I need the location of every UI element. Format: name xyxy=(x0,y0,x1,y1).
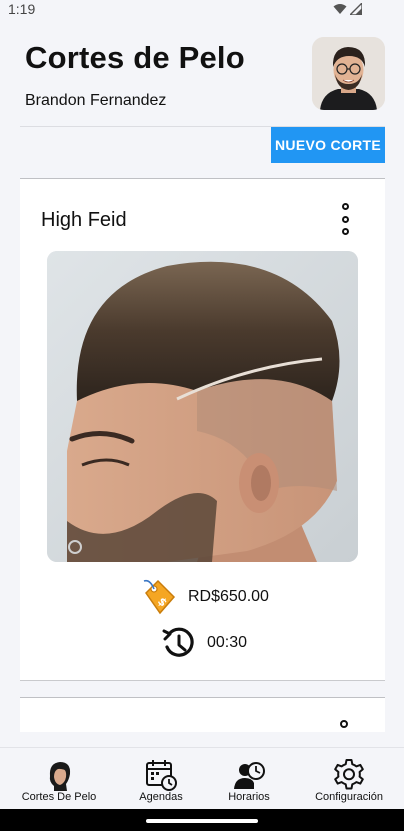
wifi-icon xyxy=(333,4,347,14)
card-duration: 00:30 xyxy=(207,634,248,651)
nav-label: Configuración xyxy=(315,791,383,803)
status-icons xyxy=(333,3,362,15)
nav-label: Horarios xyxy=(228,791,270,803)
status-bar: 1:19 xyxy=(0,0,404,20)
status-time: 1:19 xyxy=(8,1,36,17)
nav-item-agendas[interactable]: Agendas xyxy=(121,748,201,810)
price-row: $ RD$650.00 xyxy=(140,577,269,617)
bottom-navigation: Cortes De Pelo Agendas Horarios Configur… xyxy=(0,747,404,809)
gear-icon xyxy=(334,759,364,790)
home-indicator[interactable] xyxy=(146,819,258,823)
new-cut-button[interactable]: NUEVO CORTE xyxy=(271,127,385,163)
calendar-clock-icon xyxy=(146,760,177,791)
haircut-card[interactable] xyxy=(20,698,385,732)
nav-item-cortes[interactable]: Cortes De Pelo xyxy=(10,748,108,810)
more-options-icon[interactable] xyxy=(340,720,348,728)
nav-item-configuracion[interactable]: Configuración xyxy=(304,748,394,810)
nav-item-horarios[interactable]: Horarios xyxy=(211,748,287,810)
cell-signal-icon xyxy=(350,3,362,15)
duration-row: 00:30 xyxy=(161,625,247,661)
avatar[interactable] xyxy=(312,37,385,110)
timer-icon xyxy=(162,627,194,657)
card-price: RD$650.00 xyxy=(188,588,269,605)
card-title: High Feid xyxy=(41,209,127,231)
app-screen: 1:19 Cortes de Pelo Brandon Fernandez NU… xyxy=(0,0,404,831)
user-name: Brandon Fernandez xyxy=(25,92,167,109)
page-title: Cortes de Pelo xyxy=(25,40,245,75)
person-clock-icon xyxy=(234,762,265,789)
nav-label: Cortes De Pelo xyxy=(21,791,97,803)
more-options-icon[interactable] xyxy=(333,201,357,237)
avatar-photo xyxy=(312,37,385,110)
price-tag-icon: $ xyxy=(143,579,176,615)
haircut-head-icon xyxy=(49,762,71,791)
haircut-photo xyxy=(47,251,358,562)
nav-label: Agendas xyxy=(139,791,183,803)
haircut-card[interactable]: High Feid $ RD$650.00 00:30 xyxy=(20,179,385,681)
